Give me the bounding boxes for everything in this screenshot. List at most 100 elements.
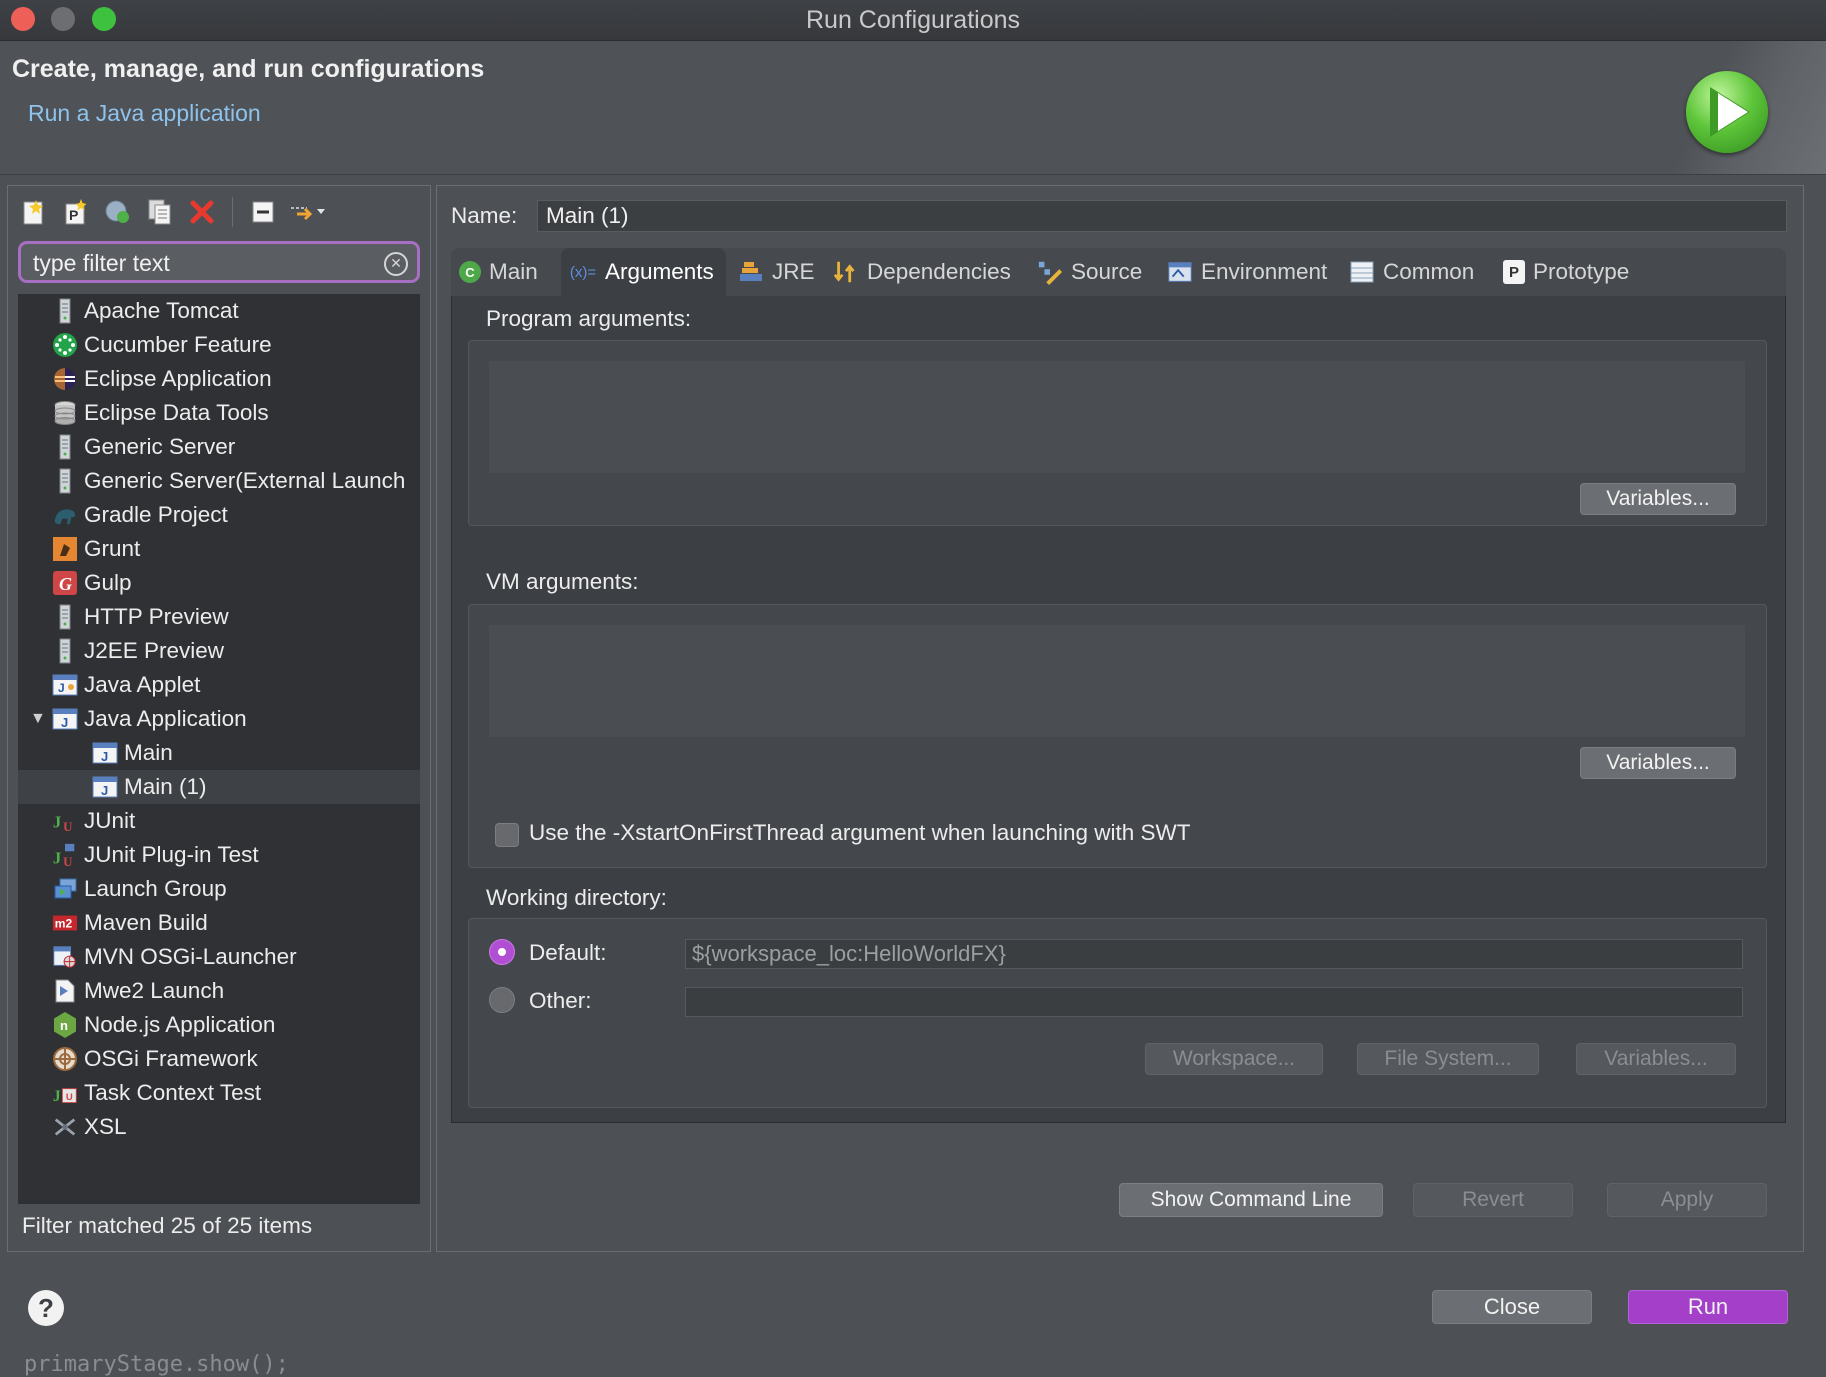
tab-jre[interactable]: JRE [730,248,822,296]
tree-item[interactable]: Gradle Project [18,498,420,532]
tree-item[interactable]: Cucumber Feature [18,328,420,362]
filter-status: Filter matched 25 of 25 items [22,1213,313,1238]
tree-item-label: J2EE Preview [84,638,225,663]
filter-input[interactable] [31,248,375,278]
tree-item[interactable]: G Gulp [18,566,420,600]
svg-text:J: J [101,749,108,764]
program-args-label: Program arguments: [486,306,692,331]
tree-item[interactable]: J2EE Preview [18,634,420,668]
tree-item[interactable]: OSGi Framework [18,1042,420,1076]
filter-search-box[interactable]: ✕ [18,241,420,283]
default-dir-radio[interactable] [489,939,515,965]
background-editor-text: primaryStage.show(); [24,1352,289,1377]
xstart-checkbox[interactable] [495,823,519,847]
tree-item-label: Gulp [84,570,132,595]
tree-item[interactable]: Launch Group [18,872,420,906]
tree-item[interactable]: HTTP Preview [18,600,420,634]
expand-toggle-icon[interactable]: ▼ [30,710,48,728]
tree-item[interactable]: Generic Server [18,430,420,464]
tree-item[interactable]: Generic Server(External Launch [18,464,420,498]
tree-item[interactable]: MVN OSGi-Launcher [18,940,420,974]
tree-item[interactable]: J Java Applet [18,668,420,702]
tree-item-label: Mwe2 Launch [84,978,225,1003]
tree-item[interactable]: Apache Tomcat [18,294,420,328]
tree-item-label: Task Context Test [84,1080,262,1105]
xsl-icon [52,1114,78,1140]
config-name-input[interactable]: Main (1) [537,200,1787,232]
clear-filter-icon[interactable]: ✕ [384,252,408,276]
osgi-icon [52,1046,78,1072]
svg-text:J: J [101,783,108,798]
working-dir-variables-button[interactable]: Variables... [1576,1043,1736,1075]
help-icon[interactable]: ? [28,1290,64,1326]
svg-text:J: J [53,848,61,867]
revert-button[interactable]: Revert [1413,1183,1573,1217]
server-icon [52,298,78,324]
configuration-tree[interactable]: Apache Tomcat Cucumber Feature Eclipse App… [18,294,420,1204]
server-icon [52,468,78,494]
config-tabs: C Main (x)= Arguments JRE Dependencies S… [451,248,1786,296]
source-icon [1037,259,1063,285]
tree-item-label: Maven Build [84,910,208,935]
close-button[interactable]: Close [1432,1290,1592,1324]
export-icon[interactable] [100,196,136,228]
tree-item-label: Eclipse Data Tools [84,400,269,425]
svg-text:J: J [53,1088,61,1105]
run-button[interactable]: Run [1628,1290,1788,1324]
server-icon [52,434,78,460]
tree-item[interactable]: ▼ J Java Application [18,702,420,736]
config-toolbar: P [16,194,331,230]
tree-item-label: Node.js Application [84,1012,276,1037]
tree-item[interactable]: J Main [18,736,420,770]
osgi-launcher-icon [52,944,78,970]
tab-dependencies-label: Dependencies [867,259,1011,284]
name-label: Name: [451,203,518,228]
new-config-icon[interactable] [16,196,52,228]
other-dir-label: Other: [529,988,592,1013]
tab-prototype[interactable]: P Prototype [1495,248,1655,296]
other-dir-field[interactable] [685,987,1743,1017]
program-args-textarea[interactable] [489,361,1745,473]
tree-item[interactable]: XSL [18,1110,420,1144]
duplicate-icon[interactable] [142,196,178,228]
tree-item[interactable]: m2 Maven Build [18,906,420,940]
apply-button[interactable]: Apply [1607,1183,1767,1217]
workspace-button[interactable]: Workspace... [1145,1043,1323,1075]
dialog-title: Create, manage, and run configurations [12,55,485,83]
delete-icon[interactable] [184,196,220,228]
program-args-variables-button[interactable]: Variables... [1580,483,1736,515]
toolbar-separator [232,197,233,227]
environment-icon [1167,259,1193,285]
dependencies-icon [833,259,859,285]
new-prototype-icon[interactable]: P [58,196,94,228]
tab-common-label: Common [1383,259,1475,284]
tree-item[interactable]: J Main (1) [18,770,420,804]
tab-arguments[interactable]: (x)= Arguments [561,248,726,296]
collapse-all-icon[interactable] [245,196,281,228]
vm-args-textarea[interactable] [489,625,1745,737]
tree-item[interactable]: Mwe2 Launch [18,974,420,1008]
filter-menu-icon[interactable] [287,196,331,228]
tab-source-label: Source [1071,259,1143,284]
tree-item[interactable]: Eclipse Data Tools [18,396,420,430]
tree-item[interactable]: Grunt [18,532,420,566]
tree-item[interactable]: Eclipse Application [18,362,420,396]
svg-text:U: U [63,819,73,834]
tab-jre-label: JRE [772,259,815,284]
tab-source[interactable]: Source [1029,248,1155,296]
tree-item[interactable]: J U JUnit [18,804,420,838]
tree-item[interactable]: J U Task Context Test [18,1076,420,1110]
tree-item-label: Launch Group [84,876,227,901]
tree-item[interactable]: J U JUnit Plug-in Test [18,838,420,872]
tree-item-label: Java Applet [84,672,201,697]
tab-main[interactable]: C Main [451,248,557,296]
file-system-button[interactable]: File System... [1357,1043,1539,1075]
tree-item[interactable]: n Node.js Application [18,1008,420,1042]
vm-args-variables-button[interactable]: Variables... [1580,747,1736,779]
dialog-header: Create, manage, and run configurations R… [0,41,1826,175]
show-command-line-button[interactable]: Show Command Line [1119,1183,1383,1217]
tab-common[interactable]: Common [1341,248,1491,296]
tab-environment[interactable]: Environment [1159,248,1337,296]
other-dir-radio[interactable] [489,987,515,1013]
tab-dependencies[interactable]: Dependencies [825,248,1025,296]
